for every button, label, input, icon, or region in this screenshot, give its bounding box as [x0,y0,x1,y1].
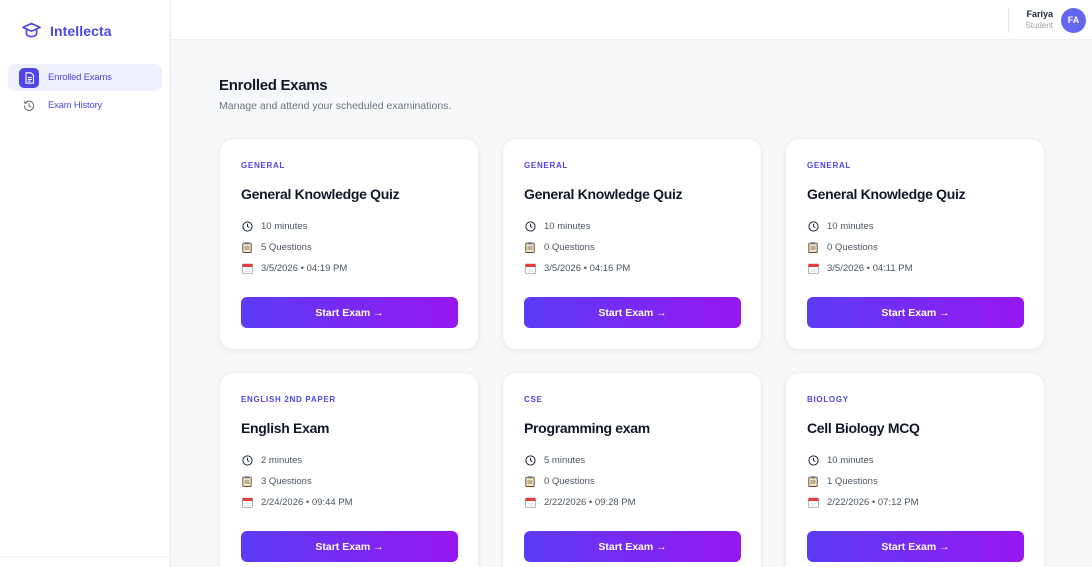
exam-duration: 10 minutes [524,220,590,232]
exam-card: BIOLOGY Cell Biology MCQ 10 minutes 1 Qu… [785,372,1045,567]
sidebar-nav: Enrolled Exams Exam History [8,64,162,120]
exam-title: Cell Biology MCQ [807,420,920,436]
user-name: Fariya [1026,9,1053,19]
exam-datetime: 2/22/2026 • 07:12 PM [807,496,919,508]
sidebar-divider [0,556,171,557]
page-subtitle: Manage and attend your scheduled examina… [219,100,452,112]
sidebar: Intellecta Enrolled Exams Exam History [0,0,171,567]
history-icon [19,96,39,116]
start-exam-button[interactable]: Start Exam → [241,297,458,328]
calendar-icon [524,496,536,508]
divider [1008,7,1010,33]
calendar-icon [807,496,819,508]
top-bar: Fariya Student FA [171,0,1092,40]
clock-icon [807,454,819,466]
exam-datetime: 2/22/2026 • 09:28 PM [524,496,636,508]
clock-icon [241,454,253,466]
exam-questions: 0 Questions [524,475,595,487]
exam-title: Programming exam [524,420,650,436]
exam-category: GENERAL [241,161,286,170]
exam-category: ENGLISH 2ND PAPER [241,395,336,404]
clipboard-icon [524,475,536,487]
avatar[interactable]: FA [1061,7,1086,33]
sidebar-item-label: Enrolled Exams [48,72,112,83]
user-info: Fariya Student [1025,9,1053,31]
sidebar-item-exam-history[interactable]: Exam History [8,92,162,119]
exam-questions: 0 Questions [807,241,878,253]
exam-card: GENERAL General Knowledge Quiz 10 minute… [502,138,762,350]
start-exam-button[interactable]: Start Exam → [807,531,1024,562]
exam-card: ENGLISH 2ND PAPER English Exam 2 minutes… [219,372,479,567]
calendar-icon [241,262,253,274]
exam-card: CSE Programming exam 5 minutes 0 Questio… [502,372,762,567]
calendar-icon [807,262,819,274]
clipboard-icon [807,475,819,487]
exam-datetime: 2/24/2026 • 09:44 PM [241,496,353,508]
clipboard-icon [524,241,536,253]
exam-card: GENERAL General Knowledge Quiz 10 minute… [219,138,479,350]
clock-icon [241,220,253,232]
exam-category: BIOLOGY [807,395,849,404]
exam-questions: 5 Questions [241,241,312,253]
clock-icon [807,220,819,232]
exam-card: GENERAL General Knowledge Quiz 10 minute… [785,138,1045,350]
user-role: Student [1025,21,1053,30]
clipboard-icon [807,241,819,253]
page-title: Enrolled Exams [219,77,328,94]
exam-questions: 0 Questions [524,241,595,253]
exam-questions: 3 Questions [241,475,312,487]
exam-datetime: 3/5/2026 • 04:11 PM [807,262,913,274]
brand-name: Intellecta [50,22,112,39]
sidebar-item-label: Exam History [48,100,103,111]
start-exam-button[interactable]: Start Exam → [524,531,741,562]
exam-category: CSE [524,395,543,404]
clock-icon [524,220,536,232]
exam-duration: 10 minutes [807,220,873,232]
exam-datetime: 3/5/2026 • 04:16 PM [524,262,630,274]
exam-title: General Knowledge Quiz [524,186,683,202]
exam-category: GENERAL [524,161,569,170]
clipboard-icon [241,475,253,487]
clipboard-icon [241,241,253,253]
start-exam-button[interactable]: Start Exam → [807,297,1024,328]
exam-duration: 10 minutes [807,454,873,466]
sidebar-item-enrolled-exams[interactable]: Enrolled Exams [8,64,162,91]
calendar-icon [524,262,536,274]
start-exam-button[interactable]: Start Exam → [524,297,741,328]
start-exam-button[interactable]: Start Exam → [241,531,458,562]
document-icon [19,67,39,88]
exam-title: General Knowledge Quiz [807,186,966,202]
exam-questions: 1 Questions [807,475,878,487]
graduation-cap-icon [22,22,41,39]
user-menu[interactable]: Fariya Student FA [1008,7,1086,33]
clock-icon [524,454,536,466]
exam-duration: 5 minutes [524,454,585,466]
calendar-icon [241,496,253,508]
exam-datetime: 3/5/2026 • 04:19 PM [241,262,347,274]
exam-category: GENERAL [807,161,852,170]
brand[interactable]: Intellecta [22,22,112,39]
exam-duration: 2 minutes [241,454,302,466]
exam-duration: 10 minutes [241,220,307,232]
exam-title: General Knowledge Quiz [241,186,400,202]
exam-title: English Exam [241,420,330,436]
